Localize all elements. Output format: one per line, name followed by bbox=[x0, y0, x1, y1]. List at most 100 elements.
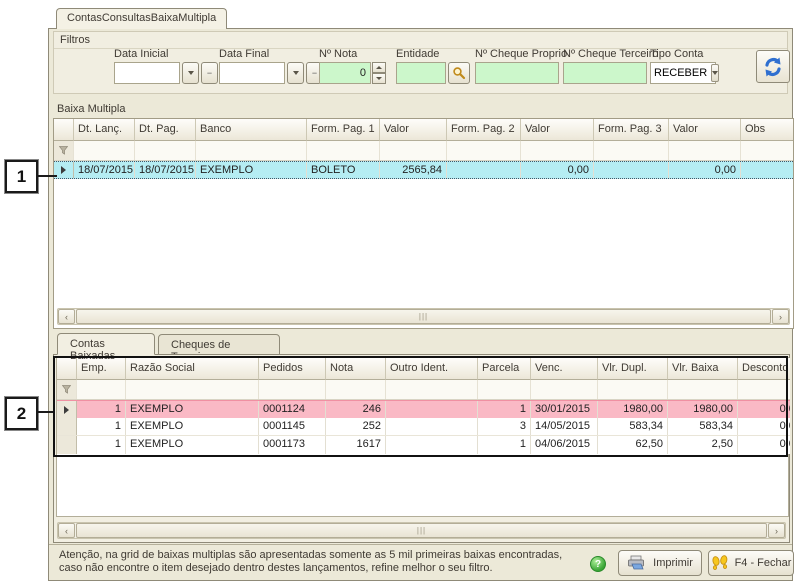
grid1-col-obs[interactable]: Obs bbox=[741, 119, 793, 141]
grid2-col-vlr-baixa[interactable]: Vlr. Baixa bbox=[668, 358, 738, 380]
grid1-col-valor-2[interactable]: Valor bbox=[521, 119, 594, 141]
entidade-lookup-button[interactable] bbox=[448, 62, 470, 84]
grid1-row-selector[interactable] bbox=[54, 162, 74, 178]
scroll-left-button[interactable]: ‹ bbox=[58, 523, 75, 538]
grid2-filter-cell[interactable] bbox=[738, 380, 790, 399]
grid1-col-valor-1[interactable]: Valor bbox=[380, 119, 447, 141]
refresh-icon bbox=[762, 56, 784, 78]
print-button[interactable]: Imprimir bbox=[618, 550, 702, 576]
grid2-col-venc[interactable]: Venc. bbox=[531, 358, 598, 380]
cell-parcela: 1 bbox=[478, 401, 531, 418]
grid2-row-selector[interactable] bbox=[57, 418, 77, 435]
scroll-right-button[interactable]: › bbox=[768, 523, 785, 538]
main-tab[interactable]: ContasConsultasBaixaMultipla bbox=[56, 8, 227, 29]
spinner-up-button[interactable] bbox=[372, 62, 386, 73]
tipo-conta-dropdown-button[interactable] bbox=[711, 64, 719, 82]
grid2-col-razao-social[interactable]: Razão Social bbox=[126, 358, 259, 380]
grid1-col-form-pag-1[interactable]: Form. Pag. 1 bbox=[307, 119, 380, 141]
grid2-filter-cell[interactable] bbox=[598, 380, 668, 399]
grid1-col-form-pag-3[interactable]: Form. Pag. 3 bbox=[594, 119, 669, 141]
grid2-filter-cell[interactable] bbox=[126, 380, 259, 399]
tipo-conta-combo[interactable]: RECEBER bbox=[650, 62, 716, 84]
grid2-filter-cell[interactable] bbox=[77, 380, 126, 399]
data-final-dropdown-button[interactable] bbox=[287, 62, 304, 84]
grid1-selected-row[interactable]: 18/07/2015 18/07/2015 EXEMPLO BOLETO 256… bbox=[54, 161, 793, 179]
grid2-col-parcela[interactable]: Parcela bbox=[478, 358, 531, 380]
baixa-multipla-grid: Dt. Lanç. Dt. Pag. Banco Form. Pag. 1 Va… bbox=[53, 118, 794, 329]
grid2-horizontal-scrollbar[interactable]: ‹ ||| › bbox=[57, 522, 786, 539]
refresh-button[interactable] bbox=[756, 50, 790, 83]
grid2-filter-cell[interactable] bbox=[386, 380, 478, 399]
cell-vlr-dupl: 62,50 bbox=[598, 436, 668, 454]
data-final-input[interactable] bbox=[219, 62, 285, 84]
grid1-filter-cell[interactable] bbox=[521, 141, 594, 160]
data-inicial-clear-button[interactable]: − bbox=[201, 62, 218, 84]
grid1-col-valor-3[interactable]: Valor bbox=[669, 119, 741, 141]
grid1-col-dt-pag[interactable]: Dt. Pag. bbox=[135, 119, 196, 141]
cell-parcela: 3 bbox=[478, 418, 531, 435]
grid1-filter-cell[interactable] bbox=[135, 141, 196, 160]
grid1-horizontal-scrollbar[interactable]: ‹ ||| › bbox=[57, 308, 790, 325]
data-inicial-dropdown-button[interactable] bbox=[182, 62, 199, 84]
filter-funnel-icon bbox=[62, 385, 71, 394]
entidade-label: Entidade bbox=[396, 48, 439, 60]
help-button[interactable]: ? bbox=[590, 556, 606, 572]
cell-vlr-baixa: 1980,00 bbox=[668, 401, 738, 418]
scrollbar-thumb[interactable]: ||| bbox=[76, 523, 767, 538]
grid2-col-vlr-dupl[interactable]: Vlr. Dupl. bbox=[598, 358, 668, 380]
nota-input[interactable] bbox=[319, 62, 371, 84]
grid2-filter-icon-cell[interactable] bbox=[57, 380, 77, 399]
app-window: ContasConsultasBaixaMultipla Filtros Dat… bbox=[48, 8, 793, 581]
contas-baixadas-grid: Emp. Razão Social Pedidos Nota Outro Ide… bbox=[56, 357, 789, 517]
cheque-proprio-input[interactable] bbox=[475, 62, 559, 84]
grid2-row-1[interactable]: 1 EXEMPLO 0001124 246 1 30/01/2015 1980,… bbox=[57, 400, 790, 418]
grid1-filter-cell[interactable] bbox=[196, 141, 307, 160]
grid1-filter-cell[interactable] bbox=[447, 141, 521, 160]
filter-funnel-icon bbox=[59, 146, 68, 155]
tab-cheques-de-terceiros[interactable]: Cheques de Terceiros bbox=[158, 334, 280, 355]
tab-contas-baixadas-label: Contas Baixadas bbox=[70, 338, 115, 362]
grid1-corner-cell bbox=[54, 119, 74, 141]
search-icon bbox=[452, 66, 466, 80]
grid1-filter-cell[interactable] bbox=[669, 141, 741, 160]
grid1-cell-obs bbox=[741, 162, 793, 178]
grid1-col-dt-lanc[interactable]: Dt. Lanç. bbox=[74, 119, 135, 141]
grid2-row-selector[interactable] bbox=[57, 401, 77, 418]
grid1-filter-cell[interactable] bbox=[74, 141, 135, 160]
close-button[interactable]: F4 - Fechar bbox=[708, 550, 794, 576]
grid2-row-3[interactable]: 1 EXEMPLO 0001173 1617 1 04/06/2015 62,5… bbox=[57, 436, 790, 454]
grid2-col-desconto[interactable]: Desconto bbox=[738, 358, 790, 380]
grid1-filter-cell[interactable] bbox=[741, 141, 793, 160]
scrollbar-thumb[interactable]: ||| bbox=[76, 309, 771, 324]
scroll-left-button[interactable]: ‹ bbox=[58, 309, 75, 324]
entidade-field bbox=[396, 62, 470, 84]
grid1-filter-cell[interactable] bbox=[380, 141, 447, 160]
entidade-input[interactable] bbox=[396, 62, 446, 84]
cell-outro-ident bbox=[386, 436, 478, 454]
nota-spinner[interactable] bbox=[372, 62, 386, 84]
data-inicial-input[interactable] bbox=[114, 62, 180, 84]
cell-outro-ident bbox=[386, 401, 478, 418]
grid1-filter-cell[interactable] bbox=[307, 141, 380, 160]
grid2-col-pedidos[interactable]: Pedidos bbox=[259, 358, 326, 380]
grid1-col-banco[interactable]: Banco bbox=[196, 119, 307, 141]
grid2-filter-cell[interactable] bbox=[668, 380, 738, 399]
grid2-row-2[interactable]: 1 EXEMPLO 0001145 252 3 14/05/2015 583,3… bbox=[57, 418, 790, 436]
grid2-col-nota[interactable]: Nota bbox=[326, 358, 386, 380]
cell-emp: 1 bbox=[77, 401, 126, 418]
grid1-filter-icon-cell[interactable] bbox=[54, 141, 74, 160]
grid1-filter-cell[interactable] bbox=[594, 141, 669, 160]
grid2-filter-cell[interactable] bbox=[531, 380, 598, 399]
grid2-filter-cell[interactable] bbox=[259, 380, 326, 399]
callout-2: 2 bbox=[5, 397, 38, 430]
cheque-terceiro-input[interactable] bbox=[563, 62, 647, 84]
grid2-filter-cell[interactable] bbox=[326, 380, 386, 399]
spinner-down-button[interactable] bbox=[372, 73, 386, 84]
grid2-col-outro-ident[interactable]: Outro Ident. bbox=[386, 358, 478, 380]
grid2-filter-cell[interactable] bbox=[478, 380, 531, 399]
scroll-right-button[interactable]: › bbox=[772, 309, 789, 324]
tab-contas-baixadas[interactable]: Contas Baixadas bbox=[57, 333, 155, 355]
grid2-row-selector[interactable] bbox=[57, 436, 77, 454]
cell-outro-ident bbox=[386, 418, 478, 435]
grid1-col-form-pag-2[interactable]: Form. Pag. 2 bbox=[447, 119, 521, 141]
